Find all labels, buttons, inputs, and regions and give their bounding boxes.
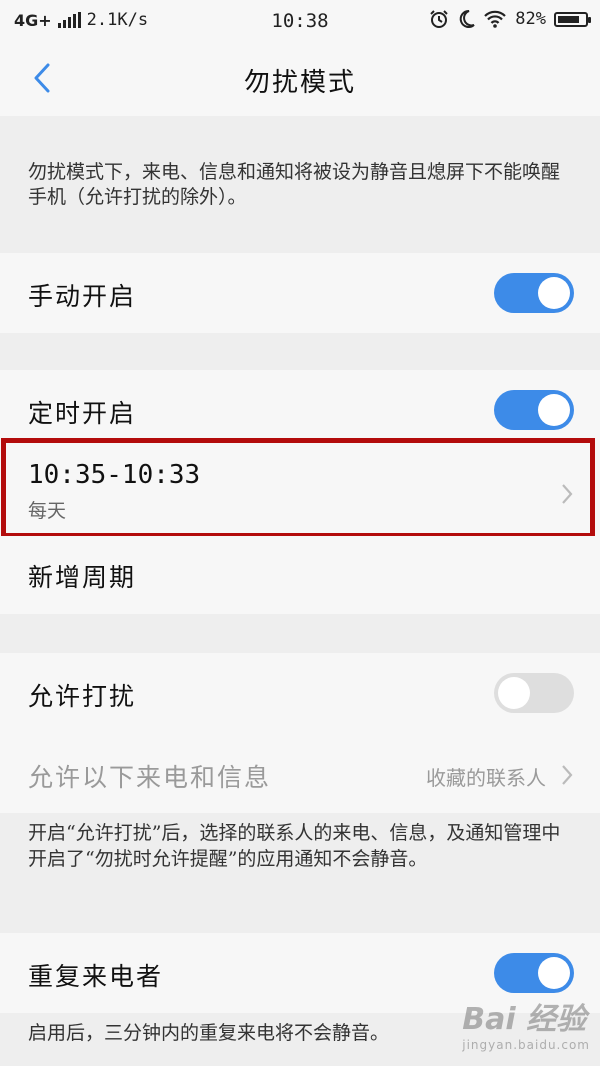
allowed-calls-row[interactable]: 允许以下来电和信息 收藏的联系人 — [0, 733, 600, 813]
allow-toggle[interactable] — [494, 673, 574, 713]
allowed-calls-value: 收藏的联系人 — [426, 766, 546, 790]
intro-description: 勿扰模式下，来电、信息和通知将被设为静音且熄屏下不能唤醒手机（允许打扰的除外）。 — [28, 161, 561, 208]
toggle-knob — [538, 394, 570, 426]
toggle-knob — [498, 677, 530, 709]
allowed-calls-label: 允许以下来电和信息 — [28, 763, 272, 792]
repeat-callers-toggle[interactable] — [494, 953, 574, 993]
highlight-box — [1, 438, 595, 538]
nav-bar: 勿扰模式 — [0, 42, 600, 116]
add-period-label: 新增周期 — [28, 563, 137, 592]
wifi-icon — [484, 10, 507, 28]
status-bar: 4G+ 2.1K/s 10:38 82% — [0, 0, 600, 42]
alarm-icon — [430, 10, 448, 28]
page-title: 勿扰模式 — [243, 68, 356, 98]
manual-label: 手动开启 — [28, 282, 137, 311]
scheduled-toggle[interactable] — [494, 390, 574, 430]
manual-row[interactable]: 手动开启 — [0, 253, 600, 333]
scheduled-label: 定时开启 — [28, 399, 137, 428]
allow-label: 允许打扰 — [28, 682, 137, 711]
toggle-knob — [538, 277, 570, 309]
moon-icon — [460, 9, 475, 28]
watermark: Bai 经验 jingyan.baidu.com — [462, 994, 590, 1052]
toggle-knob — [538, 957, 570, 989]
status-right: 82% — [429, 9, 591, 29]
allow-row[interactable]: 允许打扰 — [0, 653, 600, 733]
allow-note: 开启“允许打扰”后，选择的联系人的来电、信息，及通知管理中开启了“勿扰时允许提醒… — [28, 822, 561, 870]
watermark-logo: Bai 经验 — [462, 1002, 587, 1037]
battery-percent: 82% — [515, 9, 546, 29]
watermark-url: jingyan.baidu.com — [462, 1038, 590, 1052]
add-period-row[interactable]: 新增周期 — [0, 536, 600, 614]
repeat-callers-label: 重复来电者 — [28, 962, 164, 991]
manual-toggle[interactable] — [494, 273, 574, 313]
battery-icon — [554, 11, 591, 27]
chevron-right-icon — [562, 765, 573, 785]
